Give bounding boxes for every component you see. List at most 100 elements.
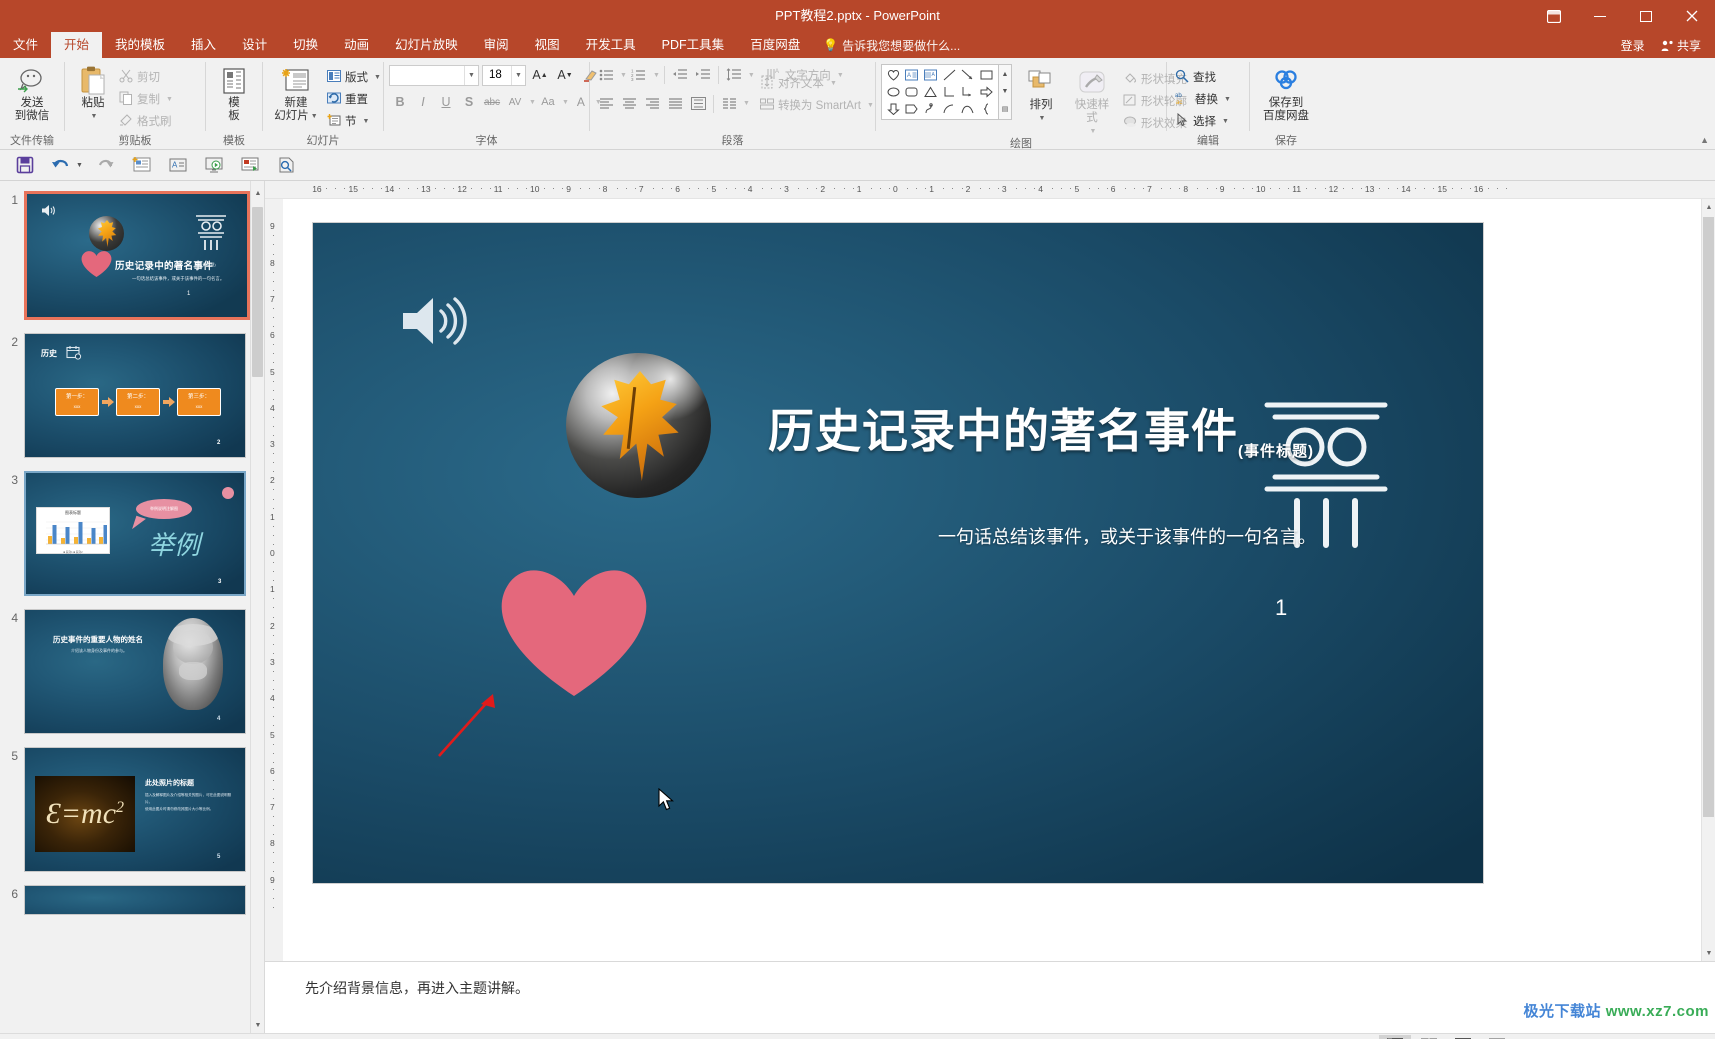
align-center-button[interactable]: [618, 93, 640, 115]
list-item[interactable]: 4 历史事件的重要人物的姓名 介绍该人物身份及事件的参与。 4: [0, 609, 264, 747]
chevron-down-icon[interactable]: ▼: [1090, 125, 1097, 138]
red-arrow-annotation[interactable]: [435, 690, 511, 762]
thumbnail-slide-2[interactable]: 历史 第一步： xxx 第二步： xxx 第三步： xxx 2: [24, 333, 246, 458]
speaker-icon[interactable]: [401, 295, 467, 352]
shape-line-icon[interactable]: [940, 67, 959, 84]
scroll-up-icon[interactable]: ▲: [251, 185, 264, 201]
underline-button[interactable]: U: [435, 91, 457, 113]
share-button[interactable]: 共享: [1661, 37, 1701, 54]
scrollbar-thumb[interactable]: [1703, 217, 1714, 817]
minimize-icon[interactable]: [1577, 0, 1623, 32]
close-icon[interactable]: [1669, 0, 1715, 32]
slide-thumbnail-pane[interactable]: 1 历史记录中的著名事件 (事件标题) 一句话总结该事件，或关于该事件的一句名言…: [0, 181, 265, 1033]
restore-icon[interactable]: [1623, 0, 1669, 32]
cut-button[interactable]: 剪切: [116, 66, 178, 88]
tab-my-templates[interactable]: 我的模板: [102, 32, 178, 58]
slide-title[interactable]: 历史记录中的著名事件(事件标题): [768, 395, 1314, 461]
list-item[interactable]: 6: [0, 885, 264, 928]
theme-name[interactable]: “天体”: [154, 1034, 202, 1039]
chevron-down-icon[interactable]: ▼: [363, 118, 370, 125]
new-slide-button[interactable]: 新建 幻灯片 ▼: [268, 62, 324, 123]
tab-home[interactable]: 开始: [51, 32, 103, 58]
signin-link[interactable]: 登录: [1621, 37, 1645, 54]
shape-oval-icon[interactable]: [884, 84, 903, 101]
chevron-down-icon[interactable]: ▼: [653, 72, 660, 79]
thumbnail-slide-4[interactable]: 历史事件的重要人物的姓名 介绍该人物身份及事件的参与。 4: [24, 609, 246, 734]
bullets-button[interactable]: [595, 64, 617, 86]
shape-rounded-rect-icon[interactable]: [903, 84, 922, 101]
chevron-down-icon[interactable]: ▼: [374, 74, 381, 81]
thumbnail-slide-1[interactable]: 历史记录中的著名事件 (事件标题) 一句话总结该事件，或关于该事件的一句名言。 …: [24, 191, 250, 320]
horizontal-ruler[interactable]: 16 15 14 13 12 11 10 9 8 7 6 5 4 3 2 1 0 1 2 3 4 5 6 7 8 9 10 11 12 1…: [265, 181, 1715, 199]
chevron-down-icon[interactable]: ▼: [166, 96, 173, 103]
language-indicator[interactable]: 中文(中国): [233, 1034, 305, 1039]
ribbon-display-options-icon[interactable]: [1531, 0, 1577, 32]
scrollbar-thumb[interactable]: [252, 207, 263, 377]
chevron-down-icon[interactable]: ▼: [529, 99, 536, 106]
view-slide-sorter[interactable]: [1413, 1035, 1445, 1039]
list-item[interactable]: 1 历史记录中的著名事件 (事件标题) 一句话总结该事件，或关于该事件的一句名言…: [0, 191, 264, 333]
start-slideshow-icon[interactable]: [197, 152, 231, 178]
comments-button[interactable]: 批注: [1318, 1034, 1377, 1039]
arrange-button[interactable]: 排列 ▼: [1018, 64, 1064, 125]
shape-right-arrow-icon[interactable]: [977, 84, 996, 101]
present-current-icon[interactable]: [233, 152, 267, 178]
layout-button[interactable]: 版式 ▼: [324, 66, 386, 88]
chevron-down-icon[interactable]: ▼: [830, 80, 837, 87]
new-slide-icon[interactable]: [125, 152, 159, 178]
replace-button[interactable]: ab ac 替换 ▼: [1172, 88, 1236, 110]
tab-review[interactable]: 审阅: [471, 32, 522, 58]
canvas-scrollbar[interactable]: ▲ ▼: [1701, 199, 1715, 961]
align-right-button[interactable]: [641, 93, 663, 115]
reset-button[interactable]: 重置: [324, 88, 386, 110]
tell-me-search[interactable]: 💡 告诉我您想要做什么...: [813, 32, 960, 58]
copy-button[interactable]: 复制 ▼: [116, 88, 178, 110]
tab-animations[interactable]: 动画: [331, 32, 382, 58]
section-button[interactable]: 节 ▼: [324, 110, 386, 132]
list-item[interactable]: 3 图表标题 ■ 系列1 ■ 系列2 举例说明注解图 举例 3: [0, 471, 264, 609]
quick-styles-button[interactable]: 快速样式 ▼: [1064, 64, 1120, 138]
view-normal[interactable]: [1379, 1034, 1412, 1039]
vertical-ruler[interactable]: 9 8 7 6 5 4 3 2 1 0 1 2 3 4 5 6 7 8 9: [265, 199, 283, 961]
tab-developer[interactable]: 开发工具: [573, 32, 649, 58]
align-text-button[interactable]: 对齐文本 ▼: [757, 72, 879, 94]
convert-smartart-button[interactable]: 转换为 SmartArt ▼: [757, 94, 879, 116]
chevron-down-icon[interactable]: ▼: [748, 72, 755, 79]
shape-pentagon-icon[interactable]: [903, 100, 922, 117]
increase-indent-button[interactable]: [692, 64, 714, 86]
decrease-indent-button[interactable]: [669, 64, 691, 86]
tab-slideshow[interactable]: 幻灯片放映: [382, 32, 471, 58]
shape-elbow-arrow-icon[interactable]: [959, 84, 978, 101]
shape-down-arrow-icon[interactable]: [884, 100, 903, 117]
columns-button[interactable]: [718, 93, 740, 115]
tab-insert[interactable]: 插入: [178, 32, 229, 58]
tab-file[interactable]: 文件: [0, 32, 52, 58]
autumn-leaf-photo[interactable]: [566, 353, 711, 498]
slide-subtitle[interactable]: 一句话总结该事件，或关于该事件的一句名言。: [938, 523, 1316, 549]
view-reading[interactable]: [1447, 1035, 1479, 1039]
thumbnail-slide-5[interactable]: Ɛ=mc2 此处照片的标题 插入及解释图片及介绍等相关的图片，可在此图说明照片。…: [24, 747, 246, 872]
numbering-button[interactable]: 123: [628, 64, 650, 86]
shape-freeform-icon[interactable]: [921, 100, 940, 117]
shape-arc-icon[interactable]: [940, 100, 959, 117]
scroll-down-icon[interactable]: ▼: [251, 1017, 264, 1033]
text-box-icon[interactable]: A: [161, 152, 195, 178]
tab-design[interactable]: 设计: [229, 32, 280, 58]
shape-heart-icon[interactable]: [884, 67, 903, 84]
chevron-down-icon[interactable]: ▼: [1222, 118, 1229, 125]
character-spacing-button[interactable]: AV: [504, 91, 526, 113]
tab-pdf-tools[interactable]: PDF工具集: [649, 32, 738, 58]
font-color-button[interactable]: A: [570, 91, 592, 113]
strikethrough-button[interactable]: abc: [481, 91, 503, 113]
select-button[interactable]: 选择 ▼: [1172, 110, 1236, 132]
chevron-down-icon[interactable]: ▼: [867, 102, 874, 109]
list-item[interactable]: 5 Ɛ=mc2 此处照片的标题 插入及解释图片及介绍等相关的图片，可在此图说明照…: [0, 747, 264, 885]
justify-button[interactable]: [664, 93, 686, 115]
italic-button[interactable]: I: [412, 91, 434, 113]
chevron-down-icon[interactable]: ▼: [464, 65, 478, 85]
distribute-text-button[interactable]: [687, 93, 709, 115]
find-button[interactable]: 查找: [1172, 66, 1236, 88]
slide-indicator[interactable]: 幻灯片 第 1 张，共 11 张: [6, 1034, 154, 1039]
paste-button[interactable]: 粘贴 ▼: [70, 62, 116, 123]
shapes-scroll-down-button[interactable]: ▼: [999, 83, 1011, 100]
